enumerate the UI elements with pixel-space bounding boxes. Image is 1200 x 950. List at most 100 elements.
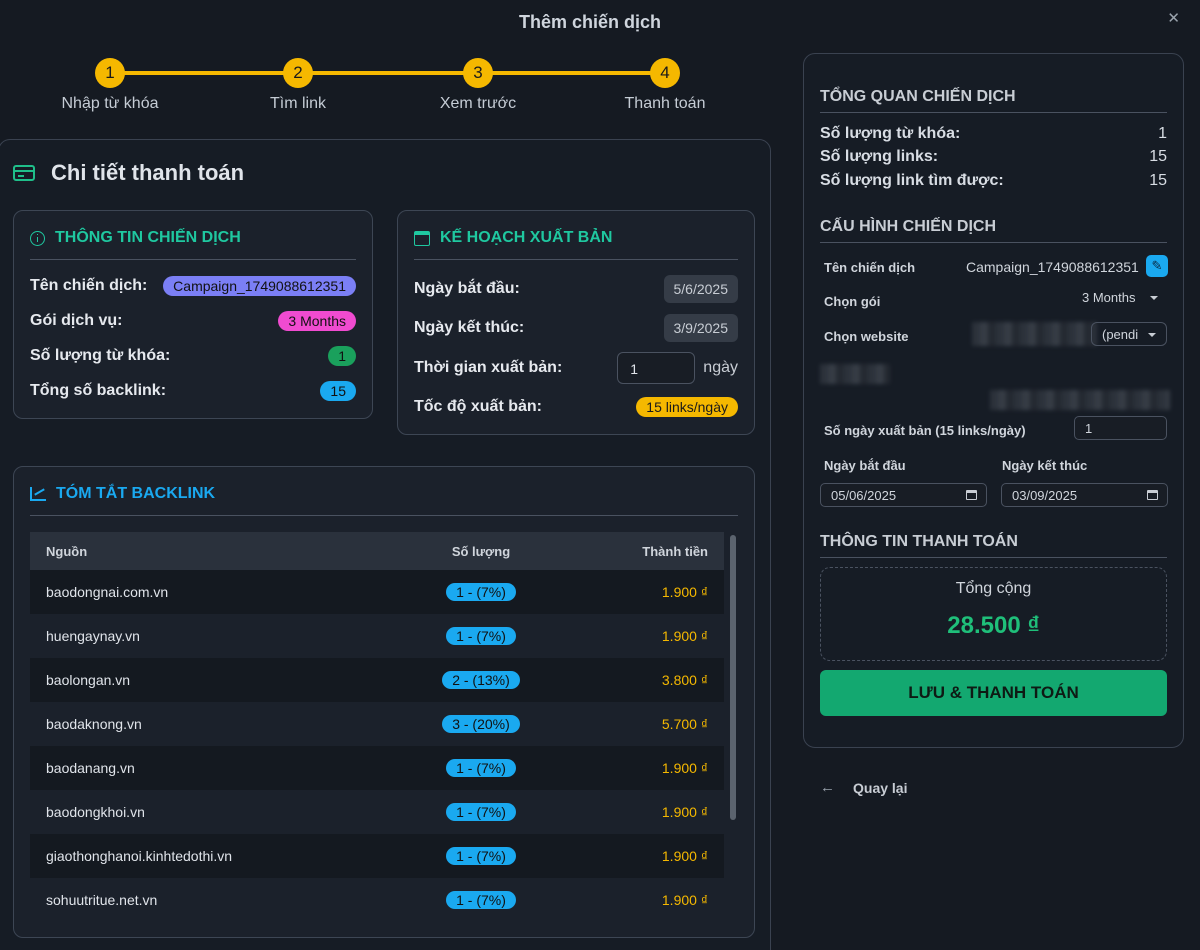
campaign-info-header: THÔNG TIN CHIẾN DỊCH — [30, 229, 356, 260]
backlink-summary-title: TÓM TẮT BACKLINK — [56, 485, 216, 502]
overview-links-label: Số lượng links: — [820, 148, 939, 165]
table-row: baodanang.vn 1 - (7%) 1.900 ₫ — [30, 746, 724, 790]
end-date-input[interactable]: 03/09/2025 — [1001, 483, 1168, 507]
duration-unit: ngày — [703, 359, 738, 376]
row-qty-cell: 1 - (7%) — [406, 803, 556, 821]
row-qty-badge: 1 - (7%) — [446, 847, 516, 865]
back-label: Quay lại — [853, 779, 908, 796]
row-qty-badge: 3 - (20%) — [442, 715, 520, 733]
calendar-icon — [1147, 490, 1158, 500]
close-icon[interactable]: ✕ — [1167, 9, 1180, 27]
table-row: baodaknong.vn 3 - (20%) 5.700 ₫ — [30, 702, 724, 746]
row-amount: 1.900 ₫ — [661, 892, 708, 908]
end-date-row: Ngày kết thúc: 3/9/2025 — [414, 314, 738, 342]
step-3[interactable]: 3 Xem trước — [408, 58, 548, 113]
table-row: baodongnai.com.vn 1 - (7%) 1.900 ₫ — [30, 570, 724, 614]
config-end-label: Ngày kết thúc — [1002, 458, 1088, 473]
table-row: giaothonghanoi.kinhtedothi.vn 1 - (7%) 1.9… — [30, 834, 724, 878]
duration-label: Thời gian xuất bản: — [414, 359, 563, 376]
row-qty-cell: 1 - (7%) — [406, 627, 556, 645]
row-amount: 3.800 ₫ — [661, 672, 708, 688]
keywords-label: Số lượng từ khóa: — [30, 347, 171, 364]
table-row: huengaynay.vn 1 - (7%) 1.900 ₫ — [30, 614, 724, 658]
row-amount: 1.900 ₫ — [661, 584, 708, 600]
step-number: 4 — [650, 58, 680, 88]
campaign-name-label: Tên chiến dịch: — [30, 277, 148, 294]
row-qty-badge: 1 - (7%) — [446, 583, 516, 601]
total-label: Tổng cộng — [955, 580, 1032, 597]
stepper: 1 Nhập từ khóa 2 Tìm link 3 Xem trước 4 … — [40, 58, 760, 118]
website-redacted-text — [972, 322, 1097, 346]
edit-name-button[interactable]: ✎ — [1146, 255, 1168, 277]
publish-plan-card: KẾ HOẠCH XUẤT BẢN Ngày bắt đầu: 5/6/2025… — [397, 210, 755, 435]
back-button[interactable]: ← Quay lại — [820, 779, 907, 796]
backlink-summary-card: TÓM TẮT BACKLINK Nguồn Số lượng Thành ti… — [13, 466, 755, 938]
row-qty-badge: 1 - (7%) — [446, 803, 516, 821]
config-name-label: Tên chiến dịch — [824, 260, 916, 275]
step-number: 1 — [95, 58, 125, 88]
publish-plan-header: KẾ HOẠCH XUẤT BẢN — [414, 229, 738, 260]
days-input[interactable]: 1 — [1074, 416, 1167, 440]
row-qty-cell: 2 - (13%) — [406, 671, 556, 689]
start-date-value: 5/6/2025 — [663, 275, 738, 303]
row-source: baodongkhoi.vn — [46, 804, 145, 820]
start-date-input[interactable]: 05/06/2025 — [820, 483, 987, 507]
backlink-summary-header: TÓM TẮT BACKLINK — [30, 485, 738, 516]
step-number: 3 — [463, 58, 493, 88]
keywords-badge: 1 — [328, 346, 356, 366]
row-source: huengaynay.vn — [46, 628, 140, 644]
package-select[interactable]: 3 Months — [1072, 286, 1168, 310]
row-qty-badge: 1 - (7%) — [446, 627, 516, 645]
step-2[interactable]: 2 Tìm link — [228, 58, 368, 113]
package-row: Gói dịch vụ: 3 Months — [30, 311, 356, 331]
row-amount: 1.900 ₫ — [661, 760, 708, 776]
start-date-input-value: 05/06/2025 — [831, 488, 897, 503]
row-source: giaothonghanoi.kinhtedothi.vn — [46, 848, 233, 864]
table-header: Nguồn Số lượng Thành tiền — [30, 532, 724, 570]
overview-keywords-value: 1 — [1158, 125, 1167, 142]
save-and-pay-button[interactable]: LƯU & THANH TOÁN — [820, 670, 1167, 716]
duration-input[interactable]: 1 — [617, 352, 696, 384]
speed-row: Tốc độ xuất bản: 15 links/ngày — [414, 397, 738, 417]
website-select[interactable]: (pendi — [1091, 322, 1167, 346]
table-row: baodongkhoi.vn 1 - (7%) 1.900 ₫ — [30, 790, 724, 834]
modal-title: Thêm chiến dịch — [518, 12, 662, 32]
row-amount: 1.900 ₫ — [661, 804, 708, 820]
step-label: Nhập từ khóa — [61, 95, 159, 112]
row-source: baodanang.vn — [46, 760, 135, 776]
table-scrollbar[interactable] — [730, 535, 736, 820]
config-name-value: Campaign_1749088612351 — [966, 259, 1139, 275]
step-4[interactable]: 4 Thanh toán — [595, 58, 735, 113]
speed-badge: 15 links/ngày — [636, 397, 738, 417]
package-label: Gói dịch vụ: — [30, 312, 123, 329]
overview-links-value: 15 — [1149, 148, 1167, 165]
end-date-value: 3/9/2025 — [663, 314, 738, 342]
backlinks-label: Tổng số backlink: — [30, 382, 167, 399]
chart-icon — [30, 487, 46, 501]
overview-keywords-label: Số lượng từ khóa: — [820, 125, 961, 142]
total-box: Tổng cộng 28.500 ₫ — [820, 567, 1167, 661]
step-1[interactable]: 1 Nhập từ khóa — [40, 58, 180, 113]
config-start-label: Ngày bắt đầu — [824, 458, 906, 473]
summary-panel: TỔNG QUAN CHIẾN DỊCH Số lượng từ khóa: 1… — [803, 53, 1184, 748]
info-icon — [30, 230, 45, 246]
start-date-label: Ngày bắt đầu: — [414, 280, 520, 297]
calendar-icon — [414, 230, 430, 246]
overview-found-value: 15 — [1149, 172, 1167, 189]
header-amount: Thành tiền — [642, 543, 708, 559]
end-date-label: Ngày kết thúc: — [414, 319, 525, 336]
stepper-progress-line — [103, 71, 665, 75]
config-title: CẤU HÌNH CHIẾN DỊCH — [820, 218, 1167, 243]
payment-details-panel: Chi tiết thanh toán THÔNG TIN CHIẾN DỊCH… — [0, 139, 771, 950]
overview-keywords: Số lượng từ khóa: 1 — [820, 125, 1167, 143]
start-date-row: Ngày bắt đầu: 5/6/2025 — [414, 275, 738, 303]
publish-plan-title: KẾ HOẠCH XUẤT BẢN — [440, 229, 613, 246]
row-qty-badge: 1 - (7%) — [446, 891, 516, 909]
payment-details-header: Chi tiết thanh toán — [13, 160, 244, 186]
row-qty-cell: 1 - (7%) — [406, 847, 556, 865]
overview-links: Số lượng links: 15 — [820, 148, 1167, 166]
keywords-row: Số lượng từ khóa: 1 — [30, 346, 356, 366]
row-amount: 1.900 ₫ — [661, 848, 708, 864]
row-source: baodaknong.vn — [46, 716, 142, 732]
total-value: 28.500 ₫ — [947, 612, 1040, 639]
